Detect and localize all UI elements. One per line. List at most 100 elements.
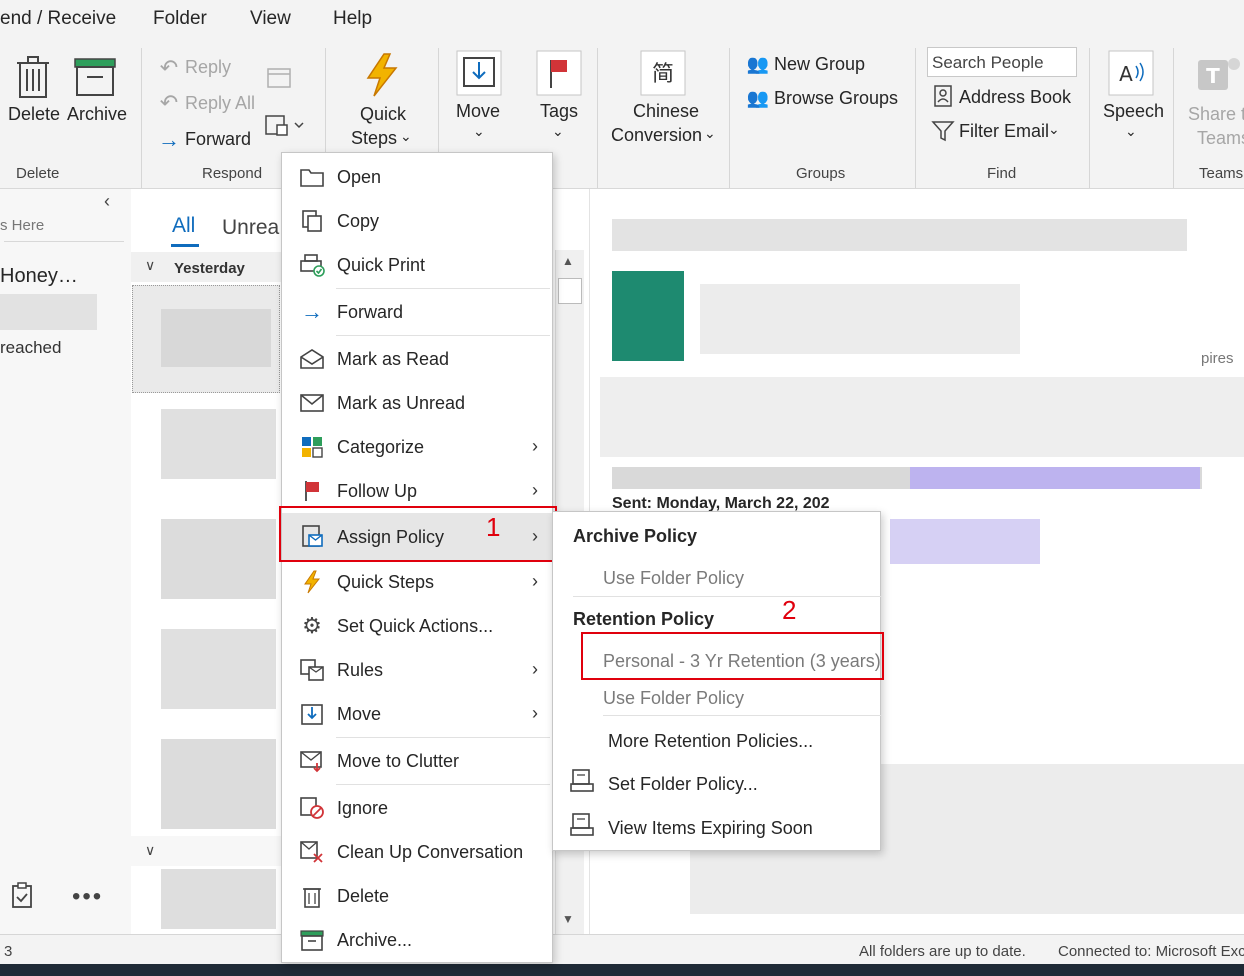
chinese-conversion-icon[interactable]: 简 bbox=[640, 50, 686, 96]
taskbar bbox=[0, 964, 1244, 976]
more-retention-policies[interactable]: More Retention Policies... bbox=[608, 731, 813, 752]
tags-flag-icon[interactable] bbox=[536, 50, 582, 96]
reply-all-button[interactable]: Reply All bbox=[185, 93, 255, 114]
tags-button[interactable]: Tags bbox=[540, 101, 578, 122]
reply-icon: ↶ bbox=[159, 55, 179, 80]
blurred-content bbox=[161, 739, 276, 829]
new-group-button[interactable]: New Group bbox=[774, 54, 865, 75]
quota-status: reached bbox=[0, 338, 62, 357]
menu-item-open[interactable]: Open bbox=[282, 155, 552, 199]
menu-item-mark-read[interactable]: Mark as Read bbox=[282, 337, 552, 381]
retention-use-folder-policy[interactable]: Use Folder Policy bbox=[603, 688, 744, 709]
blurred-content bbox=[161, 869, 276, 929]
teams-icon[interactable]: T bbox=[1196, 52, 1242, 98]
forward-button[interactable]: Forward bbox=[185, 129, 251, 150]
tab-folder[interactable]: Folder bbox=[153, 8, 207, 30]
more-apps-icon[interactable]: ••• bbox=[72, 883, 103, 911]
chevron-down-icon[interactable]: ∨ bbox=[145, 257, 155, 274]
expiring-items-icon bbox=[569, 812, 595, 838]
tab-send-receive[interactable]: end / Receive bbox=[0, 8, 116, 30]
menu-item-quick-steps[interactable]: Quick Steps › bbox=[282, 560, 552, 604]
menu-item-mark-unread[interactable]: Mark as Unread bbox=[282, 381, 552, 425]
lightning-icon[interactable] bbox=[359, 52, 405, 98]
scroll-down-icon[interactable]: ▼ bbox=[562, 912, 574, 926]
tab-all[interactable]: All bbox=[172, 214, 195, 238]
blurred-subject bbox=[612, 219, 1187, 251]
menu-item-rules[interactable]: Rules › bbox=[282, 648, 552, 692]
tab-help[interactable]: Help bbox=[333, 8, 372, 30]
menu-separator bbox=[336, 288, 550, 289]
move-icon[interactable] bbox=[456, 50, 502, 96]
menu-item-ignore[interactable]: Ignore bbox=[282, 786, 552, 830]
chevron-down-icon[interactable]: ∨ bbox=[145, 842, 155, 859]
menu-separator bbox=[336, 784, 550, 785]
view-items-expiring-soon[interactable]: View Items Expiring Soon bbox=[608, 818, 813, 839]
archive-icon[interactable] bbox=[72, 54, 118, 100]
menu-item-archive[interactable]: Archive... bbox=[282, 918, 552, 962]
chinese-label-2[interactable]: Conversion bbox=[611, 125, 702, 146]
archive-use-folder-policy[interactable]: Use Folder Policy bbox=[603, 568, 744, 589]
annotation-marker-2: 2 bbox=[782, 595, 797, 625]
more-respond-icon[interactable] bbox=[263, 112, 305, 140]
svg-text:A: A bbox=[1119, 62, 1133, 86]
group-label-delete: Delete bbox=[16, 165, 60, 182]
meeting-icon[interactable] bbox=[265, 64, 293, 92]
reply-button[interactable]: Reply bbox=[185, 57, 231, 78]
archive-button[interactable]: Archive bbox=[67, 104, 127, 125]
tasks-icon[interactable] bbox=[8, 881, 36, 909]
ribbon-separator bbox=[915, 48, 916, 188]
browse-groups-button[interactable]: Browse Groups bbox=[774, 88, 898, 109]
folder-policy-icon bbox=[569, 768, 595, 794]
address-book-button[interactable]: Address Book bbox=[959, 87, 1071, 108]
delete-button[interactable]: Delete bbox=[8, 104, 60, 125]
status-sync: All folders are up to date. bbox=[859, 943, 1026, 960]
chevron-right-icon: › bbox=[532, 703, 538, 723]
menu-item-label: Clean Up Conversation bbox=[337, 842, 524, 862]
folder-item-blurred[interactable] bbox=[0, 294, 97, 330]
scroll-thumb[interactable] bbox=[558, 278, 582, 304]
share-teams-label-1[interactable]: Share t bbox=[1188, 104, 1244, 125]
trash-icon bbox=[298, 883, 326, 909]
filter-email-button[interactable]: Filter Email bbox=[959, 121, 1049, 142]
delete-icon[interactable] bbox=[10, 54, 56, 100]
ribbon-separator bbox=[141, 48, 142, 188]
annotation-marker-1: 1 bbox=[486, 512, 501, 542]
set-folder-policy[interactable]: Set Folder Policy... bbox=[608, 774, 758, 795]
menu-item-forward[interactable]: → Forward bbox=[282, 290, 552, 334]
move-button[interactable]: Move bbox=[456, 101, 500, 122]
menu-item-clean-up[interactable]: Clean Up Conversation bbox=[282, 830, 552, 874]
clean-up-icon bbox=[298, 839, 326, 865]
menu-item-label: Ignore bbox=[337, 798, 389, 818]
menu-item-delete[interactable]: Delete bbox=[282, 874, 552, 918]
printer-icon bbox=[298, 252, 326, 278]
tab-view[interactable]: View bbox=[250, 8, 291, 30]
tab-unread[interactable]: Unrea bbox=[222, 216, 279, 240]
menu-item-label: Open bbox=[337, 167, 382, 187]
menu-item-quick-print[interactable]: Quick Print bbox=[282, 243, 552, 287]
menu-item-label: Categorize bbox=[337, 437, 425, 457]
menu-item-move-to-clutter[interactable]: Move to Clutter bbox=[282, 739, 552, 783]
quick-steps-label-2[interactable]: Steps bbox=[351, 128, 397, 149]
menu-item-categorize[interactable]: Categorize › bbox=[282, 425, 552, 469]
scroll-up-icon[interactable]: ▲ bbox=[562, 254, 574, 268]
collapse-pane-icon[interactable]: ‹ bbox=[104, 191, 110, 212]
menu-item-label: Copy bbox=[337, 211, 380, 231]
menu-item-label: Quick Steps bbox=[337, 572, 435, 592]
speech-button[interactable]: Speech bbox=[1103, 101, 1164, 122]
expires-fragment: pires bbox=[1201, 350, 1234, 367]
speech-icon[interactable]: A bbox=[1108, 50, 1154, 96]
folder-item-honey[interactable]: Honey… bbox=[0, 265, 78, 288]
chevron-right-icon: › bbox=[532, 480, 538, 500]
menu-item-label: Move bbox=[337, 704, 382, 724]
menu-item-set-quick-actions[interactable]: ⚙ Set Quick Actions... bbox=[282, 604, 552, 648]
lightning-icon bbox=[298, 569, 326, 595]
menu-item-copy[interactable]: Copy bbox=[282, 199, 552, 243]
menu-item-move[interactable]: Move › bbox=[282, 692, 552, 736]
quick-steps-label-1[interactable]: Quick bbox=[360, 104, 406, 125]
folder-open-icon bbox=[298, 164, 326, 190]
chinese-label-1[interactable]: Chinese bbox=[633, 101, 699, 122]
chevron-right-icon: › bbox=[532, 436, 538, 456]
share-teams-label-2[interactable]: Teams bbox=[1197, 128, 1244, 149]
menu-item-label: Archive... bbox=[337, 930, 413, 950]
search-people-input[interactable]: Search People bbox=[927, 47, 1077, 77]
